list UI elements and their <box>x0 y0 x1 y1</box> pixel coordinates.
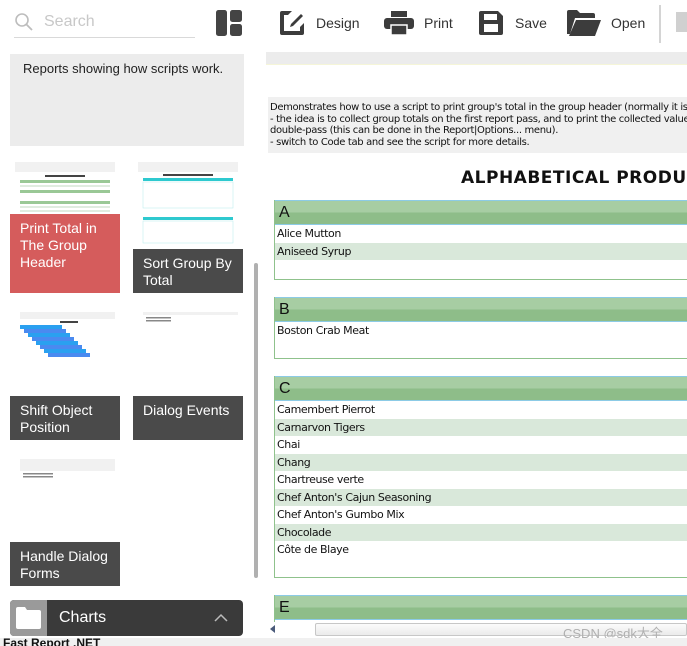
report-thumbnail <box>138 162 238 244</box>
search-input[interactable] <box>44 11 194 33</box>
group-header: A <box>275 200 687 225</box>
report-thumbnail <box>20 312 115 357</box>
description-line: double-pass (this can be done in the Rep… <box>270 125 559 136</box>
report-thumbnail <box>143 312 238 322</box>
search-box[interactable] <box>14 8 195 38</box>
save-label: Save <box>515 15 547 31</box>
layout-toggle-icon[interactable] <box>216 10 242 36</box>
toolbar: Design Print Save Open <box>262 0 687 50</box>
sidebar: Reports showing how scripts work. Print … <box>0 0 262 638</box>
description-line: Demonstrates how to use a script to prin… <box>270 102 687 113</box>
product-row: Chef Anton's Gumbo Mix <box>277 508 405 521</box>
category-charts[interactable]: Charts <box>10 600 243 636</box>
app-title: Fast Report .NET <box>3 638 101 646</box>
open-button[interactable]: Open <box>567 8 645 38</box>
group-letter: C <box>279 380 291 397</box>
report-tile-print-total[interactable]: Print Total in The Group Header <box>10 162 120 302</box>
tile-label: Dialog Events <box>133 396 243 440</box>
report-tile-handle-dialog[interactable]: Handle Dialog Forms <box>10 456 120 596</box>
group-letter: E <box>279 599 290 616</box>
save-button[interactable]: Save <box>477 8 547 38</box>
open-label: Open <box>611 15 646 31</box>
toolbar-separator <box>659 5 661 43</box>
product-row: Alice Mutton <box>277 227 341 240</box>
group-e: E <box>274 595 687 622</box>
product-row: Chocolade <box>275 523 687 541</box>
preview-top-bar <box>266 52 687 65</box>
open-folder-icon <box>567 10 601 36</box>
tile-label: Print Total in The Group Header <box>10 214 120 293</box>
design-button[interactable]: Design <box>278 8 360 38</box>
category-description: Reports showing how scripts work. <box>10 54 244 146</box>
group-letter: A <box>279 204 290 221</box>
search-icon <box>15 13 33 31</box>
group-c: C Camembert Pierrot Carnarvon Tigers Cha… <box>274 376 687 578</box>
tile-label: Shift Object Position <box>10 396 120 440</box>
product-row: Carnarvon Tigers <box>275 418 687 436</box>
print-button[interactable]: Print <box>384 8 453 38</box>
toolbar-overflow-button[interactable] <box>676 12 687 32</box>
product-row: Chang <box>275 453 687 471</box>
sidebar-scrollbar[interactable] <box>254 263 258 578</box>
report-tile-sort-group[interactable]: Sort Group By Total <box>133 162 243 302</box>
product-row: Camembert Pierrot <box>277 403 375 416</box>
report-preview: Demonstrates how to use a script to prin… <box>266 52 687 622</box>
tile-label: Sort Group By Total <box>133 249 243 293</box>
scroll-left-arrow-icon[interactable] <box>270 625 275 633</box>
product-row: Chartreuse verte <box>277 473 364 486</box>
group-header: B <box>275 297 687 322</box>
group-b: B Boston Crab Meat <box>274 297 687 359</box>
design-edit-icon <box>280 11 304 35</box>
group-letter: B <box>279 301 290 318</box>
category-label: Charts <box>59 609 107 626</box>
chevron-up-icon[interactable] <box>213 610 229 626</box>
report-tile-shift-object[interactable]: Shift Object Position <box>10 310 120 450</box>
report-description: Demonstrates how to use a script to prin… <box>268 97 687 153</box>
description-line: - the idea is to collect group totals on… <box>270 113 687 125</box>
folder-icon <box>16 607 41 629</box>
description-line: - switch to Code tab and see the script … <box>270 136 530 148</box>
save-icon <box>479 11 503 35</box>
report-thumbnail <box>20 459 115 478</box>
printer-icon <box>384 11 414 36</box>
app-title-bar: Fast Report .NET <box>0 638 687 646</box>
folder-icon-box <box>10 600 47 636</box>
group-header: E <box>275 595 687 620</box>
product-row: Boston Crab Meat <box>277 324 369 337</box>
product-row: Chef Anton's Cajun Seasoning <box>275 488 687 506</box>
tile-label: Handle Dialog Forms <box>10 542 120 586</box>
product-row: Côte de Blaye <box>277 543 349 556</box>
group-a: A Alice Mutton Aniseed Syrup <box>274 200 687 280</box>
print-label: Print <box>424 15 453 31</box>
report-tile-dialog-events[interactable]: Dialog Events <box>133 310 243 450</box>
report-title: ALPHABETICAL PRODUCT LIST <box>461 168 687 188</box>
design-label: Design <box>316 15 360 31</box>
product-row: Chai <box>277 438 300 451</box>
product-row: Aniseed Syrup <box>275 242 687 260</box>
app-window: Reports showing how scripts work. Print … <box>0 0 687 646</box>
group-header: C <box>275 376 687 401</box>
